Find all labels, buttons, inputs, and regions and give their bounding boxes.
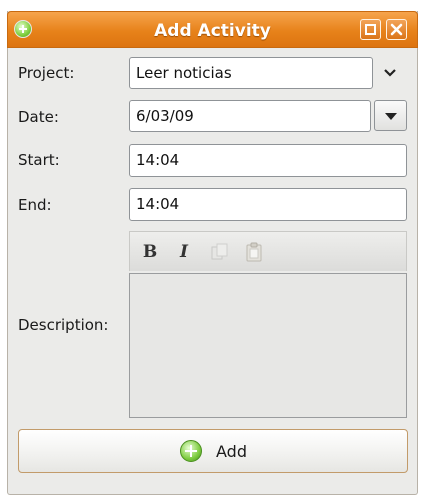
close-icon <box>390 23 403 36</box>
italic-icon: I <box>180 242 188 262</box>
window-title: Add Activity <box>154 21 271 41</box>
paste-icon <box>246 242 262 262</box>
plus-circle-icon <box>180 440 202 462</box>
add-button[interactable]: Add <box>18 429 408 473</box>
project-dropdown-arrow[interactable] <box>379 64 401 82</box>
project-combo[interactable]: Leer noticias <box>129 57 373 89</box>
description-label: Description: <box>18 316 109 334</box>
project-label: Project: <box>18 64 75 82</box>
bold-icon: B <box>142 242 158 262</box>
description-toolbar: B I <box>129 231 407 271</box>
project-value: Leer noticias <box>136 64 232 82</box>
title-bar[interactable]: Add Activity <box>7 11 418 48</box>
copy-icon <box>211 243 228 260</box>
start-label: Start: <box>18 151 60 169</box>
start-time-field[interactable]: 14:04 <box>129 144 407 177</box>
add-button-label: Add <box>216 442 247 461</box>
end-value: 14:04 <box>136 195 180 213</box>
date-picker-button[interactable] <box>374 100 407 131</box>
end-time-field[interactable]: 14:04 <box>129 188 407 221</box>
copy-button[interactable] <box>209 241 231 263</box>
start-value: 14:04 <box>136 151 180 169</box>
close-button[interactable] <box>386 19 407 40</box>
date-field[interactable]: 6/03/09 <box>129 100 371 132</box>
italic-button[interactable]: I <box>173 241 195 263</box>
bold-button[interactable]: B <box>139 241 161 263</box>
maximize-button[interactable] <box>360 19 381 40</box>
chevron-down-icon <box>384 69 396 77</box>
description-textarea[interactable] <box>129 273 407 418</box>
end-label: End: <box>18 196 52 214</box>
date-value: 6/03/09 <box>136 107 194 125</box>
date-label: Date: <box>18 108 59 126</box>
paste-button[interactable] <box>243 241 265 263</box>
